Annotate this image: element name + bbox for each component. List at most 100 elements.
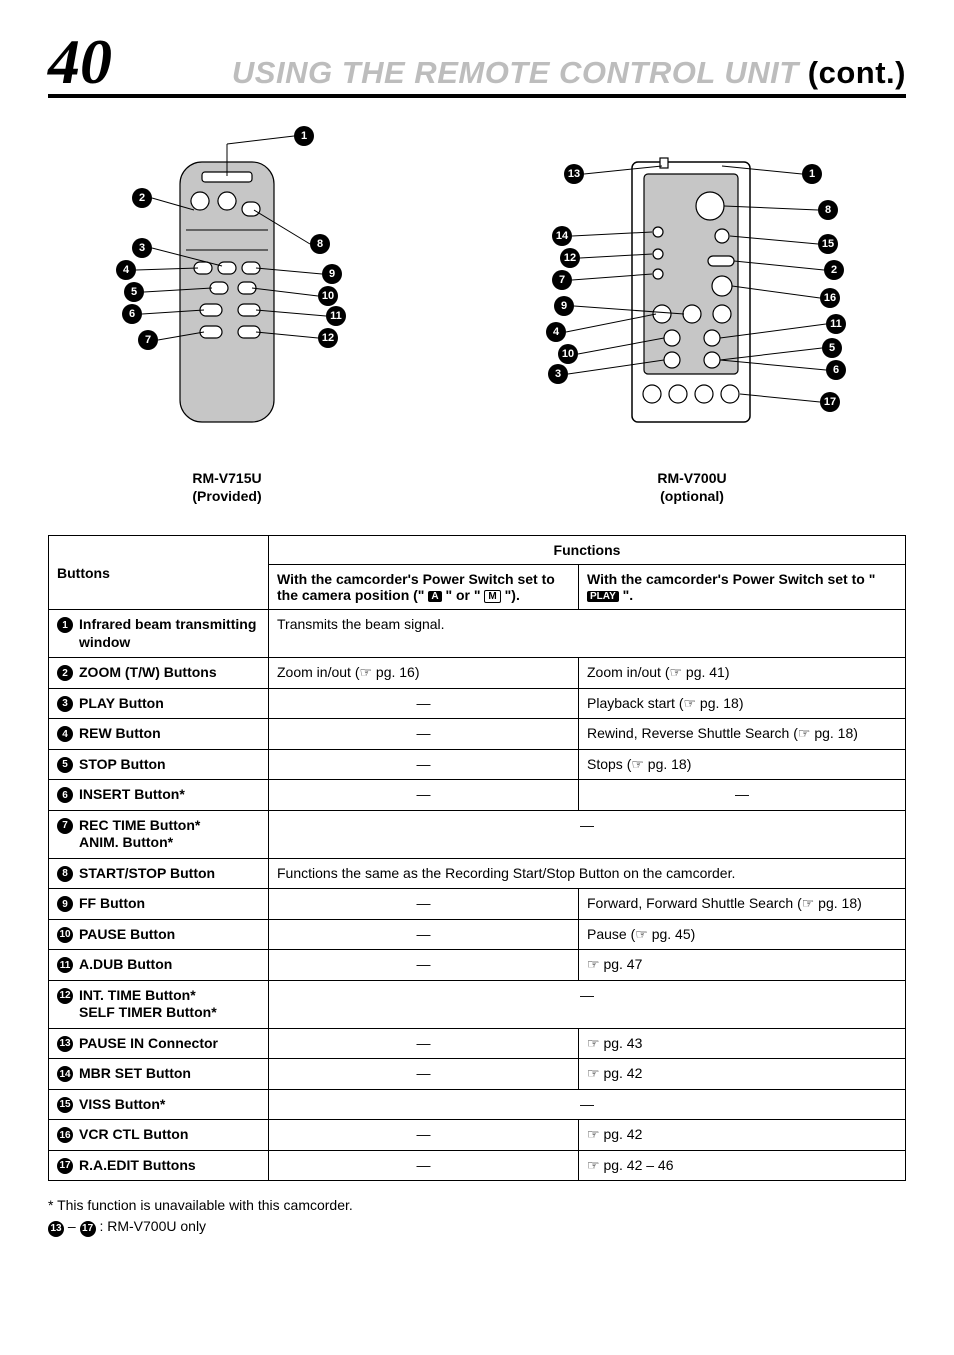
function-cell-spanned: Functions the same as the Recording Star… xyxy=(269,858,906,889)
row-number-badge: 2 xyxy=(57,665,73,681)
function-cell-play: Rewind, Reverse Shuttle Search (☞ pg. 18… xyxy=(579,719,906,750)
svg-text:11: 11 xyxy=(830,318,842,330)
button-cell: 15 VISS Button* xyxy=(49,1089,269,1120)
table-row: 14MBR SET Button—☞ pg. 42 xyxy=(49,1059,906,1090)
remote-diagrams: 1 2 3 4 5 6 7 8 9 10 11 12 RM-V715U (Pro… xyxy=(48,118,906,505)
button-cell: 6INSERT Button* xyxy=(49,780,269,811)
button-label: R.A.EDIT Buttons xyxy=(79,1157,196,1175)
footnote-asterisk: * This function is unavailable with this… xyxy=(48,1195,906,1216)
table-row: 1Infrared beam transmitting windowTransm… xyxy=(49,610,906,658)
row-number-badge: 15 xyxy=(57,1097,73,1113)
svg-text:6: 6 xyxy=(833,364,839,376)
row-number-badge: 9 xyxy=(57,896,73,912)
button-label: A.DUB Button xyxy=(79,956,172,974)
svg-text:12: 12 xyxy=(322,332,334,344)
button-label: REC TIME Button*ANIM. Button* xyxy=(79,817,200,852)
function-cell-play: ☞ pg. 42 – 46 xyxy=(579,1150,906,1181)
function-cell-camera: — xyxy=(269,749,579,780)
row-number-badge: 4 xyxy=(57,726,73,742)
svg-text:3: 3 xyxy=(139,242,145,254)
svg-text:5: 5 xyxy=(829,342,835,354)
button-label: VISS Button* xyxy=(79,1096,165,1114)
svg-text:7: 7 xyxy=(559,274,565,286)
svg-text:7: 7 xyxy=(145,334,151,346)
function-cell-play: Playback start (☞ pg. 18) xyxy=(579,688,906,719)
table-header-row: Buttons Functions xyxy=(49,536,906,565)
svg-text:4: 4 xyxy=(553,326,560,338)
function-cell-play: ☞ pg. 43 xyxy=(579,1028,906,1059)
svg-text:16: 16 xyxy=(824,292,836,304)
row-number-badge: 6 xyxy=(57,787,73,803)
button-label: FF Button xyxy=(79,895,145,913)
function-cell-camera: — xyxy=(269,1059,579,1090)
svg-text:11: 11 xyxy=(330,310,342,322)
button-cell: 14MBR SET Button xyxy=(49,1059,269,1090)
row-number-badge: 17 xyxy=(57,1158,73,1174)
function-cell-play: — xyxy=(579,780,906,811)
svg-text:8: 8 xyxy=(317,238,323,250)
function-cell-play: ☞ pg. 42 xyxy=(579,1059,906,1090)
table-row: 13PAUSE IN Connector—☞ pg. 43 xyxy=(49,1028,906,1059)
row-number-badge: 13 xyxy=(57,1036,73,1052)
button-cell: 9 FF Button xyxy=(49,889,269,920)
svg-text:3: 3 xyxy=(555,368,561,380)
functions-table: Buttons Functions With the camcorder's P… xyxy=(48,535,906,1181)
function-cell-play: Pause (☞ pg. 45) xyxy=(579,919,906,950)
diagram-rmv715u: 1 2 3 4 5 6 7 8 9 10 11 12 RM-V715U (Pro… xyxy=(82,118,372,505)
left-note: (Provided) xyxy=(192,488,261,504)
button-label: INT. TIME Button*SELF TIMER Button* xyxy=(79,987,217,1022)
function-cell-spanned: — xyxy=(269,1089,906,1120)
svg-text:13: 13 xyxy=(568,168,580,180)
table-row: 8START/STOP ButtonFunctions the same as … xyxy=(49,858,906,889)
function-cell-camera: — xyxy=(269,950,579,981)
function-cell-camera: Zoom in/out (☞ pg. 16) xyxy=(269,658,579,689)
button-cell: 13PAUSE IN Connector xyxy=(49,1028,269,1059)
row-number-badge: 7 xyxy=(57,818,73,834)
table-row: 2 ZOOM (T/W) Buttons Zoom in/out (☞ pg. 16… xyxy=(49,658,906,689)
right-note: (optional) xyxy=(660,488,724,504)
button-label: PLAY Button xyxy=(79,695,164,713)
table-row: 6INSERT Button*—— xyxy=(49,780,906,811)
button-label: PAUSE Button xyxy=(79,926,175,944)
function-cell-play: Forward, Forward Shuttle Search (☞ pg. 1… xyxy=(579,889,906,920)
svg-text:2: 2 xyxy=(831,264,837,276)
function-cell-spanned: Transmits the beam signal. xyxy=(269,610,906,658)
table-row: 9 FF Button —Forward, Forward Shuttle Sear… xyxy=(49,889,906,920)
table-row: 15 VISS Button* — xyxy=(49,1089,906,1120)
table-row: 4REW Button—Rewind, Reverse Shuttle Sear… xyxy=(49,719,906,750)
function-cell-camera: — xyxy=(269,889,579,920)
page-header: 40 USING THE REMOTE CONTROL UNIT (cont.) xyxy=(48,30,906,98)
button-label: START/STOP Button xyxy=(79,865,215,883)
button-label: ZOOM (T/W) Buttons xyxy=(79,664,217,682)
button-cell: 1Infrared beam transmitting window xyxy=(49,610,269,658)
function-cell-spanned: — xyxy=(269,980,906,1028)
remote-svg-left: 1 2 3 4 5 6 7 8 9 10 11 12 xyxy=(82,118,372,458)
col-camera-mode: With the camcorder's Power Switch set to… xyxy=(269,565,579,610)
svg-text:2: 2 xyxy=(139,192,145,204)
button-cell: 7 REC TIME Button*ANIM. Button* xyxy=(49,810,269,858)
table-row: 10 PAUSE Button —Pause (☞ pg. 45) xyxy=(49,919,906,950)
button-cell: 5STOP Button xyxy=(49,749,269,780)
svg-text:9: 9 xyxy=(561,300,567,312)
footnote-range: 13 – 17 : RM-V700U only xyxy=(48,1216,906,1237)
row-number-badge: 11 xyxy=(57,957,73,973)
button-cell: 2 ZOOM (T/W) Buttons xyxy=(49,658,269,689)
svg-text:10: 10 xyxy=(322,290,334,302)
button-label: REW Button xyxy=(79,725,161,743)
svg-text:6: 6 xyxy=(129,308,135,320)
left-model: RM-V715U xyxy=(192,470,261,486)
table-row: 5STOP Button—Stops (☞ pg. 18) xyxy=(49,749,906,780)
function-cell-camera: — xyxy=(269,919,579,950)
svg-text:17: 17 xyxy=(824,396,836,408)
function-cell-camera: — xyxy=(269,1028,579,1059)
row-number-badge: 16 xyxy=(57,1127,73,1143)
row-number-badge: 14 xyxy=(57,1066,73,1082)
table-row: 17R.A.EDIT Buttons—☞ pg. 42 – 46 xyxy=(49,1150,906,1181)
row-number-badge: 10 xyxy=(57,927,73,943)
page-title: USING THE REMOTE CONTROL UNIT (cont.) xyxy=(232,55,906,90)
button-cell: 4 REW Button xyxy=(49,719,269,750)
table-row: 16VCR CTL Button—☞ pg. 42 xyxy=(49,1120,906,1151)
button-cell: 3PLAY Button xyxy=(49,688,269,719)
table-row: 7REC TIME Button*ANIM. Button*— xyxy=(49,810,906,858)
svg-text:4: 4 xyxy=(123,264,130,276)
